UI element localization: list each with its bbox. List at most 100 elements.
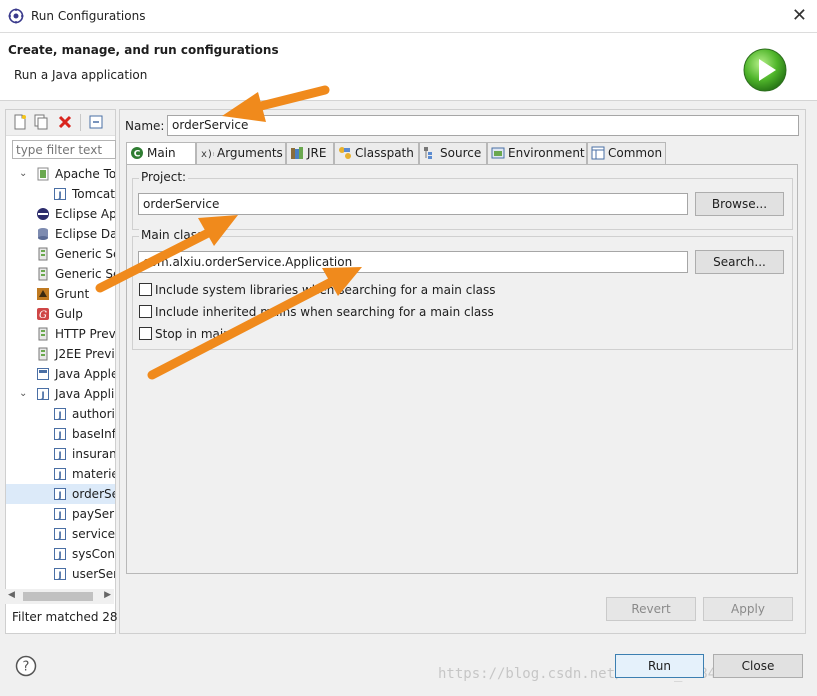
tab-label: Classpath bbox=[355, 146, 414, 160]
scroll-left-icon[interactable]: ◀ bbox=[8, 590, 15, 600]
filter-input[interactable] bbox=[12, 140, 116, 159]
tree-item[interactable]: JorderSe bbox=[6, 484, 115, 504]
java-config-icon: J bbox=[54, 468, 66, 481]
revert-button[interactable]: Revert bbox=[606, 597, 696, 621]
tree-item[interactable]: Generic Se bbox=[6, 244, 115, 264]
tree-horizontal-scrollbar[interactable]: ◀ ▶ bbox=[5, 589, 114, 604]
search-button[interactable]: Search... bbox=[695, 250, 784, 274]
close-button[interactable]: Close bbox=[713, 654, 803, 678]
tree-item[interactable]: Jservice bbox=[6, 524, 115, 544]
java-config-icon: J bbox=[54, 408, 66, 421]
tree-item-label: Gulp bbox=[55, 307, 83, 321]
tab-label: Common bbox=[608, 146, 663, 160]
configuration-toolbar bbox=[6, 110, 115, 136]
server-icon bbox=[38, 267, 48, 281]
tab-label: Arguments bbox=[217, 146, 283, 160]
checkbox-box[interactable] bbox=[139, 305, 152, 318]
dialog-subtitle: Run a Java application bbox=[14, 68, 148, 82]
expand-chevron-icon[interactable]: ⌄ bbox=[19, 164, 29, 184]
name-label: Name: bbox=[125, 119, 165, 133]
java-config-icon: J bbox=[54, 188, 66, 201]
tab-jre[interactable]: JRE bbox=[286, 142, 334, 164]
tree-item-label: insuran bbox=[72, 447, 115, 461]
tree-item-label: Generic Se bbox=[55, 247, 115, 261]
classpath-tab-icon bbox=[339, 147, 351, 159]
svg-text:J: J bbox=[57, 431, 61, 441]
tree-item[interactable]: Eclipse Ap bbox=[6, 204, 115, 224]
java-config-icon: J bbox=[54, 548, 66, 561]
tree-item[interactable]: G Gulp bbox=[6, 304, 115, 324]
new-configuration-icon[interactable] bbox=[12, 114, 28, 130]
tree-item[interactable]: J2EE Previ bbox=[6, 344, 115, 364]
java-app-icon: J bbox=[37, 388, 49, 401]
help-icon[interactable]: ? bbox=[15, 655, 37, 677]
tree-item-label: Grunt bbox=[55, 287, 90, 301]
tomcat-config-icon bbox=[37, 167, 49, 181]
tab-classpath[interactable]: Classpath bbox=[334, 142, 419, 164]
grunt-icon bbox=[37, 288, 49, 300]
tree-item[interactable]: ⌄ Apache To bbox=[6, 164, 115, 184]
main-class-input[interactable]: com.alxiu.orderService.Application bbox=[138, 251, 688, 273]
name-input[interactable]: orderService bbox=[167, 115, 799, 136]
tree-item[interactable]: Jmaterie bbox=[6, 464, 115, 484]
tree-item[interactable]: J Tomcat bbox=[6, 184, 115, 204]
svg-text:(x)=: (x)= bbox=[200, 149, 214, 160]
tree-item[interactable]: Jauthori bbox=[6, 404, 115, 424]
close-icon[interactable]: ✕ bbox=[792, 6, 807, 26]
run-button[interactable]: Run bbox=[615, 654, 704, 678]
tree-item-label: sysCon bbox=[72, 547, 115, 561]
checkbox-box[interactable] bbox=[139, 327, 152, 340]
tab-source[interactable]: Source bbox=[419, 142, 487, 164]
checkbox-box[interactable] bbox=[139, 283, 152, 296]
tree-item[interactable]: Jinsuran bbox=[6, 444, 115, 464]
tree-item[interactable]: HTTP Previ bbox=[6, 324, 115, 344]
dialog-header: Create, manage, and run configurations R… bbox=[0, 33, 817, 101]
tree-item[interactable]: JsysCon bbox=[6, 544, 115, 564]
java-config-icon: J bbox=[54, 488, 66, 501]
svg-text:J: J bbox=[57, 451, 61, 461]
tree-item[interactable]: Grunt bbox=[6, 284, 115, 304]
tree-item[interactable]: ⌄ J Java Appli bbox=[6, 384, 115, 404]
project-group-label: Project: bbox=[139, 170, 189, 184]
java-config-icon: J bbox=[54, 568, 66, 581]
server-icon bbox=[38, 347, 48, 361]
java-config-icon: J bbox=[54, 448, 66, 461]
tree-item-label: Generic Se bbox=[55, 267, 115, 281]
scroll-right-icon[interactable]: ▶ bbox=[104, 590, 111, 600]
tree-item-label: userSer bbox=[72, 567, 115, 581]
collapse-all-icon[interactable] bbox=[88, 114, 104, 130]
server-icon bbox=[38, 247, 48, 261]
tab-label: JRE bbox=[307, 146, 327, 160]
tree-item[interactable]: Eclipse Da bbox=[6, 224, 115, 244]
browse-button[interactable]: Browse... bbox=[695, 192, 784, 216]
tree-item[interactable]: JuserSer bbox=[6, 564, 115, 584]
eclipse-app-icon bbox=[8, 8, 24, 24]
tree-item-label: Java Appli bbox=[55, 387, 115, 401]
duplicate-configuration-icon[interactable] bbox=[33, 114, 49, 130]
checkbox-label: Stop in main bbox=[155, 327, 231, 341]
jre-tab-icon bbox=[291, 147, 303, 159]
tree-item-label: J2EE Previ bbox=[55, 347, 115, 361]
svg-text:J: J bbox=[57, 471, 61, 481]
apply-button[interactable]: Apply bbox=[703, 597, 793, 621]
run-banner-icon bbox=[743, 48, 787, 92]
svg-text:J: J bbox=[57, 411, 61, 421]
svg-text:?: ? bbox=[23, 660, 30, 675]
tree-item[interactable]: JpaySer bbox=[6, 504, 115, 524]
dialog-title: Create, manage, and run configurations bbox=[8, 43, 279, 57]
tab-main[interactable]: C Main bbox=[126, 142, 196, 166]
tree-item[interactable]: Java Apple bbox=[6, 364, 115, 384]
filter-status: Filter matched 28 bbox=[12, 610, 118, 624]
project-input[interactable]: orderService bbox=[138, 193, 688, 215]
main-class-group-label: Main class bbox=[139, 228, 206, 242]
tree-item[interactable]: JbaseInf bbox=[6, 424, 115, 444]
tab-label: Main bbox=[147, 146, 176, 160]
tab-environment[interactable]: Environment bbox=[487, 142, 587, 164]
tree-item[interactable]: Generic Se bbox=[6, 264, 115, 284]
expand-chevron-icon[interactable]: ⌄ bbox=[19, 384, 29, 404]
svg-text:J: J bbox=[57, 531, 61, 541]
tab-common[interactable]: Common bbox=[587, 142, 666, 164]
tab-arguments[interactable]: (x)= Arguments bbox=[196, 142, 286, 164]
delete-configuration-icon[interactable] bbox=[57, 114, 73, 130]
scroll-thumb[interactable] bbox=[23, 592, 93, 601]
